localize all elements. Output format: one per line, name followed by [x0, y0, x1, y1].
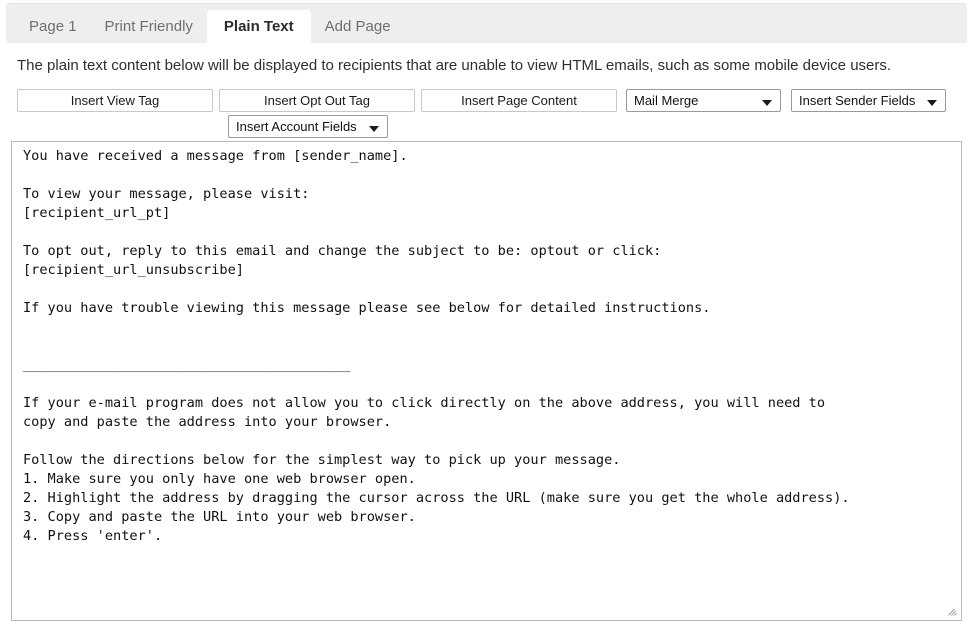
- toolbar-row-secondary: Insert Account Fields: [17, 115, 957, 138]
- tab-label: Plain Text: [223, 18, 294, 35]
- mail-merge-dropdown[interactable]: Mail Merge: [626, 89, 781, 112]
- chevron-down-icon: [927, 100, 937, 106]
- insert-toolbar: Insert View Tag Insert Opt Out Tag Inser…: [17, 89, 957, 139]
- toolbar-row-primary: Insert View Tag Insert Opt Out Tag Inser…: [17, 89, 957, 112]
- insert-opt-out-tag-button[interactable]: Insert Opt Out Tag: [219, 89, 415, 112]
- tab-add-page[interactable]: Add Page: [311, 10, 405, 43]
- mail-merge-selected-value: Mail Merge: [634, 93, 699, 108]
- insert-sender-fields-selected-value: Insert Sender Fields: [799, 93, 916, 108]
- insert-account-fields-dropdown[interactable]: Insert Account Fields: [228, 115, 388, 138]
- plain-text-editor-page: Page 1 Print Friendly Plain Text Add Pag…: [0, 0, 973, 635]
- tab-print-friendly[interactable]: Print Friendly: [91, 10, 207, 43]
- plain-text-editor-container: [11, 141, 962, 621]
- plain-text-description: The plain text content below will be dis…: [17, 57, 892, 74]
- insert-page-content-button[interactable]: Insert Page Content: [421, 89, 617, 112]
- insert-view-tag-button[interactable]: Insert View Tag: [17, 89, 213, 112]
- chevron-down-icon: [762, 100, 772, 106]
- page-tabs: Page 1 Print Friendly Plain Text Add Pag…: [6, 3, 967, 43]
- tab-page-1[interactable]: Page 1: [15, 10, 91, 43]
- tab-plain-text[interactable]: Plain Text: [206, 10, 311, 43]
- plain-text-content-textarea[interactable]: [21, 145, 957, 616]
- tab-label: Print Friendly: [104, 18, 193, 35]
- insert-sender-fields-dropdown[interactable]: Insert Sender Fields: [791, 89, 946, 112]
- tab-label: Page 1: [29, 18, 77, 35]
- chevron-down-icon: [369, 126, 379, 132]
- tab-label: Add Page: [324, 18, 391, 35]
- insert-account-fields-selected-value: Insert Account Fields: [236, 119, 357, 134]
